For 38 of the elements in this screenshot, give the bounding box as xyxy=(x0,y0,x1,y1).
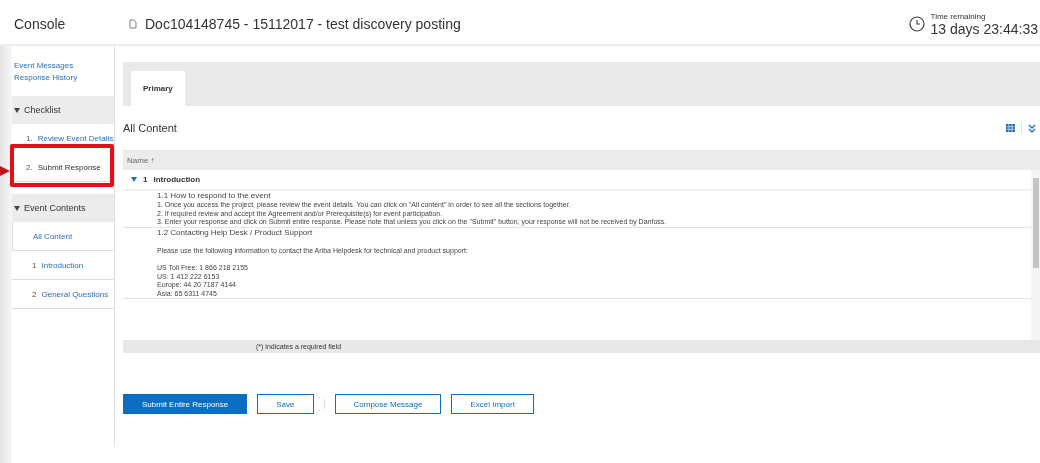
section-number: 1 xyxy=(143,175,148,184)
console-title: Console xyxy=(13,16,67,32)
contents-item[interactable]: 1 Introduction xyxy=(12,251,114,280)
checklist-link[interactable]: Review Event Details xyxy=(37,133,114,143)
content-title: All Content xyxy=(123,122,178,134)
checklist-link[interactable]: Submit Response xyxy=(37,162,101,172)
caret-icon[interactable] xyxy=(14,205,20,211)
clock-icon xyxy=(908,16,925,32)
time-remaining-value: 13 days 23:44:33 xyxy=(930,20,1038,37)
contents-link[interactable]: All Content xyxy=(33,231,73,241)
subsection-heading: 1.2 Contacting Help Desk / Product Support xyxy=(157,227,314,238)
item-number: 1. xyxy=(26,133,33,143)
document-icon xyxy=(129,19,137,29)
document-title: Doc104148745 - 15112017 - test discovery posting xyxy=(145,16,461,32)
event-contents-header[interactable]: Event Contents xyxy=(12,194,114,222)
subsection-heading: 1.1 How to respond to the event xyxy=(157,191,272,201)
item-number: 2 xyxy=(32,289,37,299)
item-number: 2. xyxy=(26,162,33,172)
action-button[interactable]: Save xyxy=(257,394,314,414)
sidebar-link[interactable]: Event Messages xyxy=(12,60,114,72)
contents-link[interactable]: General Questions xyxy=(41,289,109,299)
caret-icon[interactable] xyxy=(14,107,20,113)
tab[interactable]: Primary xyxy=(131,71,185,106)
column-header[interactable]: Name ↑ xyxy=(123,151,1040,170)
contents-link[interactable]: Introduction xyxy=(41,260,84,270)
contents-item[interactable]: All Content xyxy=(12,222,114,251)
section-title: Introduction xyxy=(153,175,201,184)
arrow-icon xyxy=(0,164,10,178)
checklist-header[interactable]: Checklist xyxy=(12,96,114,124)
scrollbar[interactable] xyxy=(1031,170,1040,340)
caret-icon[interactable] xyxy=(131,177,137,182)
item-number: 1 xyxy=(32,260,37,270)
contents-item[interactable]: 2 General Questions xyxy=(12,280,114,309)
submit-button[interactable]: Submit Entire Response xyxy=(123,394,248,414)
action-button[interactable]: Compose Message xyxy=(334,394,442,414)
action-button[interactable]: Excel Import xyxy=(451,394,534,414)
time-remaining-label: Time remaining xyxy=(930,11,987,21)
sidebar-link[interactable]: Response History xyxy=(12,72,114,84)
